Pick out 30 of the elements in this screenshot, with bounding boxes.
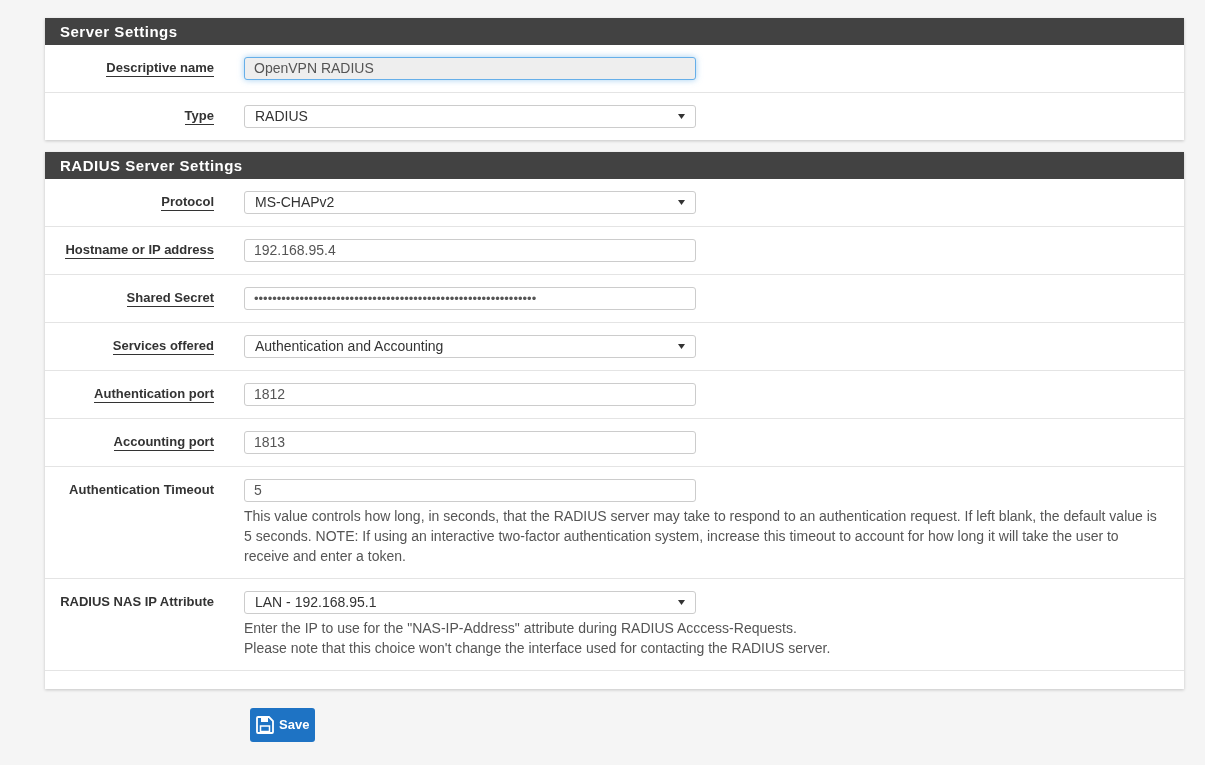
field-label: Type bbox=[184, 108, 214, 125]
field-label: Descriptive name bbox=[106, 60, 214, 77]
help-text: This value controls how long, in seconds, that the RADIUS server may take to respond to an authentication request. If left blank, the default value is 5 seconds. NOTE: If using an interactive two-factor authentication system, increase this timeout to account for how long it will take the user to receive and enter a token. bbox=[244, 507, 1158, 566]
section-header: RADIUS Server Settings bbox=[45, 152, 1184, 179]
dropdown[interactable]: MS-CHAPv2 bbox=[244, 191, 696, 214]
field-label: Accounting port bbox=[113, 434, 214, 451]
input-field[interactable]: 1812 bbox=[244, 383, 696, 406]
field-label: Services offered bbox=[112, 338, 214, 355]
input-field[interactable]: 192.168.95.4 bbox=[244, 239, 696, 262]
caret-icon bbox=[678, 600, 685, 605]
caret-icon bbox=[678, 200, 685, 205]
section-header: Server Settings bbox=[45, 18, 1184, 45]
field-label: Hostname or IP address bbox=[65, 242, 214, 259]
caret-icon bbox=[678, 344, 685, 349]
save-button[interactable]: Save bbox=[250, 708, 316, 742]
caret-icon bbox=[678, 114, 685, 119]
field-label: RADIUS NAS IP Attribute bbox=[60, 594, 214, 609]
dropdown[interactable]: Authentication and Accounting bbox=[244, 335, 696, 358]
help-text: Please note that this choice won't change the interface used for contacting the RADIUS server. bbox=[244, 639, 832, 658]
input-field[interactable]: 5 bbox=[244, 479, 696, 502]
password-field[interactable]: •••••••••••••••••••••••••••••••••••••••••••••••••••••••••••••• bbox=[244, 287, 696, 310]
input-field[interactable]: 1813 bbox=[244, 431, 696, 454]
field-label: Protocol bbox=[161, 194, 214, 211]
input-field[interactable]: OpenVPN RADIUS bbox=[244, 57, 696, 80]
field-label: Shared Secret bbox=[126, 290, 214, 307]
dropdown[interactable]: LAN - 192.168.95.1 bbox=[244, 591, 696, 614]
help-text: Enter the IP to use for the "NAS-IP-Address" attribute during RADIUS Acccess-Requests. bbox=[244, 619, 798, 638]
field-label: Authentication port bbox=[94, 386, 214, 403]
field-label: Authentication Timeout bbox=[69, 482, 214, 497]
dropdown[interactable]: RADIUS bbox=[244, 105, 696, 128]
